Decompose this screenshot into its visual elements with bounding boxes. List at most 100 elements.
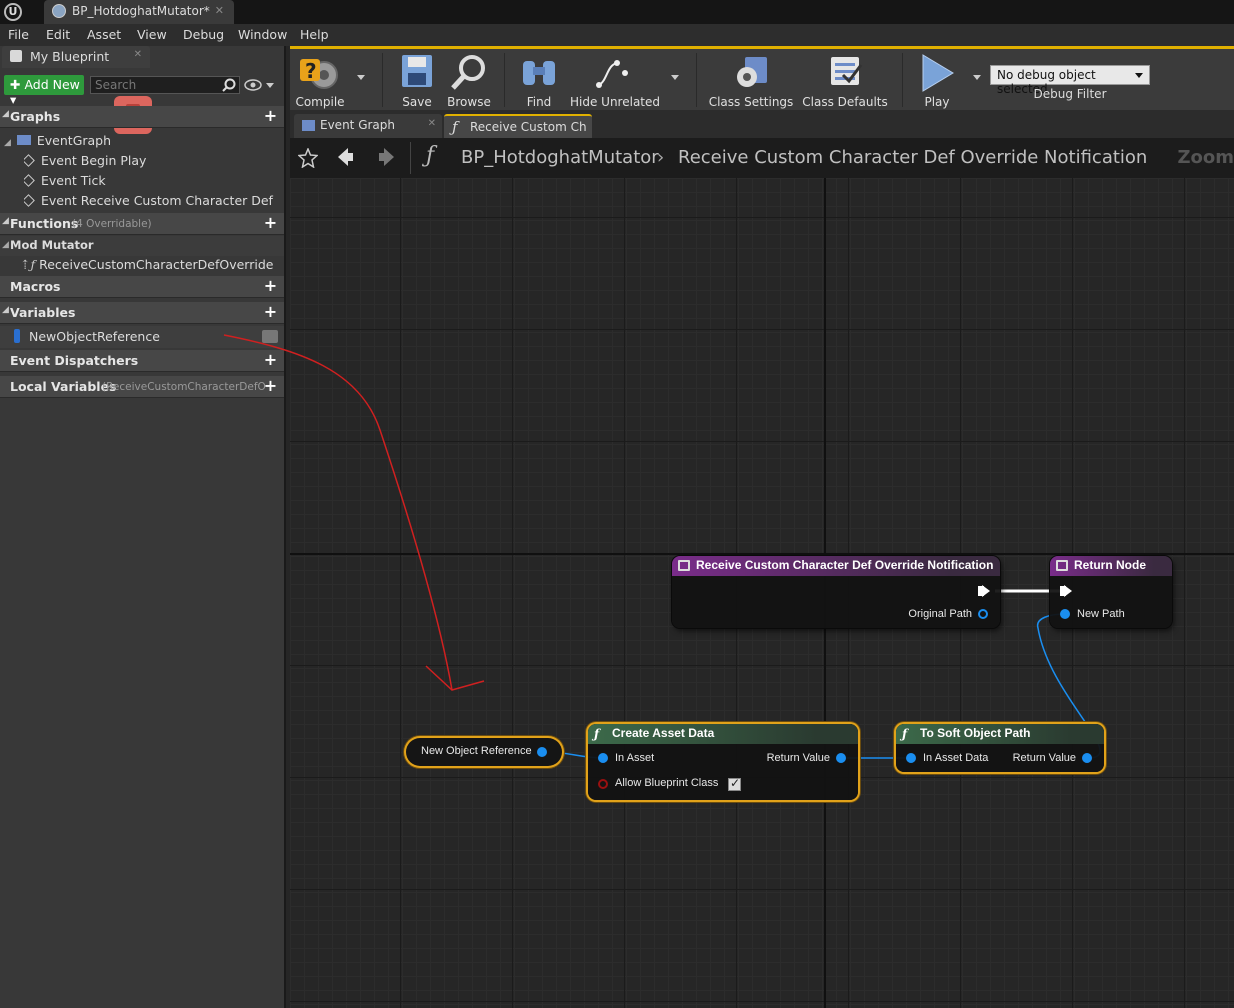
save-button[interactable]: Save <box>394 49 440 113</box>
variable-node[interactable]: New Object Reference <box>406 738 562 766</box>
menu-help[interactable]: Help <box>300 27 329 42</box>
tree-item-function[interactable]: ⇡ƒ ReceiveCustomCharacterDefOverrideNo <box>20 257 274 272</box>
compile-button[interactable]: ? Compile <box>292 49 348 113</box>
menu-edit[interactable]: Edit <box>46 27 70 42</box>
separator <box>504 53 505 107</box>
tree-item-eventgraph[interactable]: ◢ EventGraph <box>4 133 111 148</box>
find-label: Find <box>526 95 552 109</box>
function-label: ReceiveCustomCharacterDefOverrideNo <box>39 257 274 272</box>
to-soft-object-path-header: ƒ To Soft Object Path <box>896 724 1104 744</box>
allow-blueprint-class-pin[interactable] <box>598 779 608 789</box>
variable-row[interactable]: NewObjectReference <box>0 326 284 348</box>
return-value-pin[interactable] <box>836 753 846 763</box>
to-soft-object-path-node[interactable]: ƒ To Soft Object Path In Asset Data Retu… <box>896 724 1104 772</box>
add-local-variable-button[interactable]: + <box>263 378 278 394</box>
close-icon[interactable]: ✕ <box>428 118 436 129</box>
exec-in-arrow-icon <box>1064 585 1072 597</box>
find-button[interactable]: Find <box>516 49 562 113</box>
class-defaults-checklist-icon <box>831 57 863 85</box>
search-icon[interactable] <box>222 78 236 92</box>
play-options-dropdown[interactable] <box>973 75 981 80</box>
chevron-down-icon <box>1135 73 1143 78</box>
class-settings-label: Class Settings <box>708 95 794 109</box>
class-settings-gear-icon <box>737 57 767 87</box>
view-options-eye-icon[interactable] <box>244 78 276 92</box>
functions-section[interactable]: ◢ Functions (4 Overridable) + <box>0 213 284 235</box>
forward-arrow-icon[interactable] <box>378 147 396 167</box>
debug-object-select[interactable]: No debug object selected <box>990 65 1150 96</box>
hide-unrelated-label: Hide Unrelated <box>570 95 661 109</box>
blueprint-tab-icon <box>10 50 22 62</box>
tab-label: Receive Custom Ch <box>470 120 587 134</box>
in-asset-data-pin[interactable] <box>906 753 916 763</box>
browse-button[interactable]: Browse <box>444 49 494 113</box>
hide-unrelated-dropdown[interactable] <box>671 75 679 80</box>
breadcrumb-blueprint[interactable]: BP_HotdoghatMutator <box>461 147 659 168</box>
my-blueprint-panel: My Blueprint ✕ ✚ Add New ▾ ◢ Graphs + ◢ … <box>0 46 286 1008</box>
close-icon[interactable]: ✕ <box>134 49 142 60</box>
local-variables-sub: (ReceiveCustomCharacterDefO <box>102 381 266 393</box>
graphs-section[interactable]: ◢ Graphs + <box>0 106 284 128</box>
graph-canvas[interactable]: Receive Custom Character Def Override No… <box>290 178 1234 1008</box>
original-path-label: Original Path <box>908 608 972 620</box>
hide-unrelated-button[interactable]: Hide Unrelated <box>570 49 661 113</box>
tab-receive-custom[interactable]: ƒ Receive Custom Ch <box>444 114 592 138</box>
menu-file[interactable]: File <box>8 27 29 42</box>
return-value-label: Return Value <box>766 752 830 764</box>
compile-options-dropdown[interactable] <box>357 75 365 80</box>
local-variables-title: Local Variables <box>10 379 117 394</box>
return-value-pin[interactable] <box>1082 753 1092 763</box>
menu-debug[interactable]: Debug <box>183 27 224 42</box>
menu-asset[interactable]: Asset <box>87 27 121 42</box>
zoom-label: Zoom <box>1177 147 1234 168</box>
create-asset-data-node[interactable]: ƒ Create Asset Data In Asset Return Valu… <box>588 724 858 800</box>
entry-node[interactable]: Receive Custom Character Def Override No… <box>672 556 1000 628</box>
function-override-icon: ⇡ƒ <box>20 257 36 272</box>
tab-event-graph[interactable]: Event Graph ✕ <box>294 114 442 138</box>
allow-blueprint-class-checkbox[interactable] <box>728 776 741 791</box>
find-binoculars-icon <box>523 61 555 85</box>
save-icon <box>402 55 432 87</box>
tree-item-event-begin-play[interactable]: Event Begin Play <box>24 153 146 168</box>
event-dispatchers-section[interactable]: Event Dispatchers + <box>0 350 284 372</box>
separator <box>902 53 903 107</box>
tree-item-event-receive[interactable]: Event Receive Custom Character Def Mod <box>24 193 274 208</box>
back-arrow-icon[interactable] <box>336 147 354 167</box>
event-box-icon <box>678 560 690 571</box>
caret-down-icon: ◢ <box>2 305 9 315</box>
search-input[interactable] <box>90 76 240 94</box>
original-path-pin[interactable] <box>978 609 988 619</box>
debug-filter-label: Debug Filter <box>1033 87 1107 101</box>
local-variables-section[interactable]: Local Variables (ReceiveCustomCharacterD… <box>0 376 284 398</box>
class-defaults-button[interactable]: Class Defaults <box>802 49 888 113</box>
menu-view[interactable]: View <box>137 27 167 42</box>
functions-title: Functions <box>10 216 79 231</box>
add-variable-button[interactable]: + <box>263 304 278 320</box>
variable-type-icon <box>14 329 20 343</box>
menu-window[interactable]: Window <box>238 27 287 42</box>
close-icon[interactable]: ✕ <box>215 4 224 17</box>
add-function-button[interactable]: + <box>263 215 278 231</box>
new-path-pin[interactable] <box>1060 609 1070 619</box>
function-icon: ƒ <box>426 143 435 168</box>
event-icon <box>24 174 35 187</box>
add-new-button[interactable]: ✚ Add New ▾ <box>4 75 84 107</box>
in-asset-pin[interactable] <box>598 753 608 763</box>
favorite-star-icon[interactable] <box>298 148 318 168</box>
variable-out-pin[interactable] <box>537 747 547 757</box>
variables-title: Variables <box>10 305 76 320</box>
add-macro-button[interactable]: + <box>263 278 278 294</box>
play-button[interactable]: Play <box>912 49 962 113</box>
class-settings-button[interactable]: Class Settings <box>708 49 794 113</box>
document-tab[interactable]: BP_HotdoghatMutator* ✕ <box>44 0 234 24</box>
visibility-toggle-icon[interactable] <box>262 330 278 343</box>
variables-section[interactable]: ◢ Variables + <box>0 302 284 324</box>
return-node[interactable]: Return Node New Path <box>1050 556 1172 628</box>
mod-mutator-category[interactable]: ◢ Mod Mutator <box>0 236 284 256</box>
macros-section[interactable]: Macros + <box>0 276 284 298</box>
tree-item-event-tick[interactable]: Event Tick <box>24 173 106 188</box>
event-dispatchers-title: Event Dispatchers <box>10 353 139 368</box>
add-graph-button[interactable]: + <box>263 108 278 124</box>
my-blueprint-tab[interactable]: My Blueprint ✕ <box>2 46 150 68</box>
add-event-dispatcher-button[interactable]: + <box>263 352 278 368</box>
